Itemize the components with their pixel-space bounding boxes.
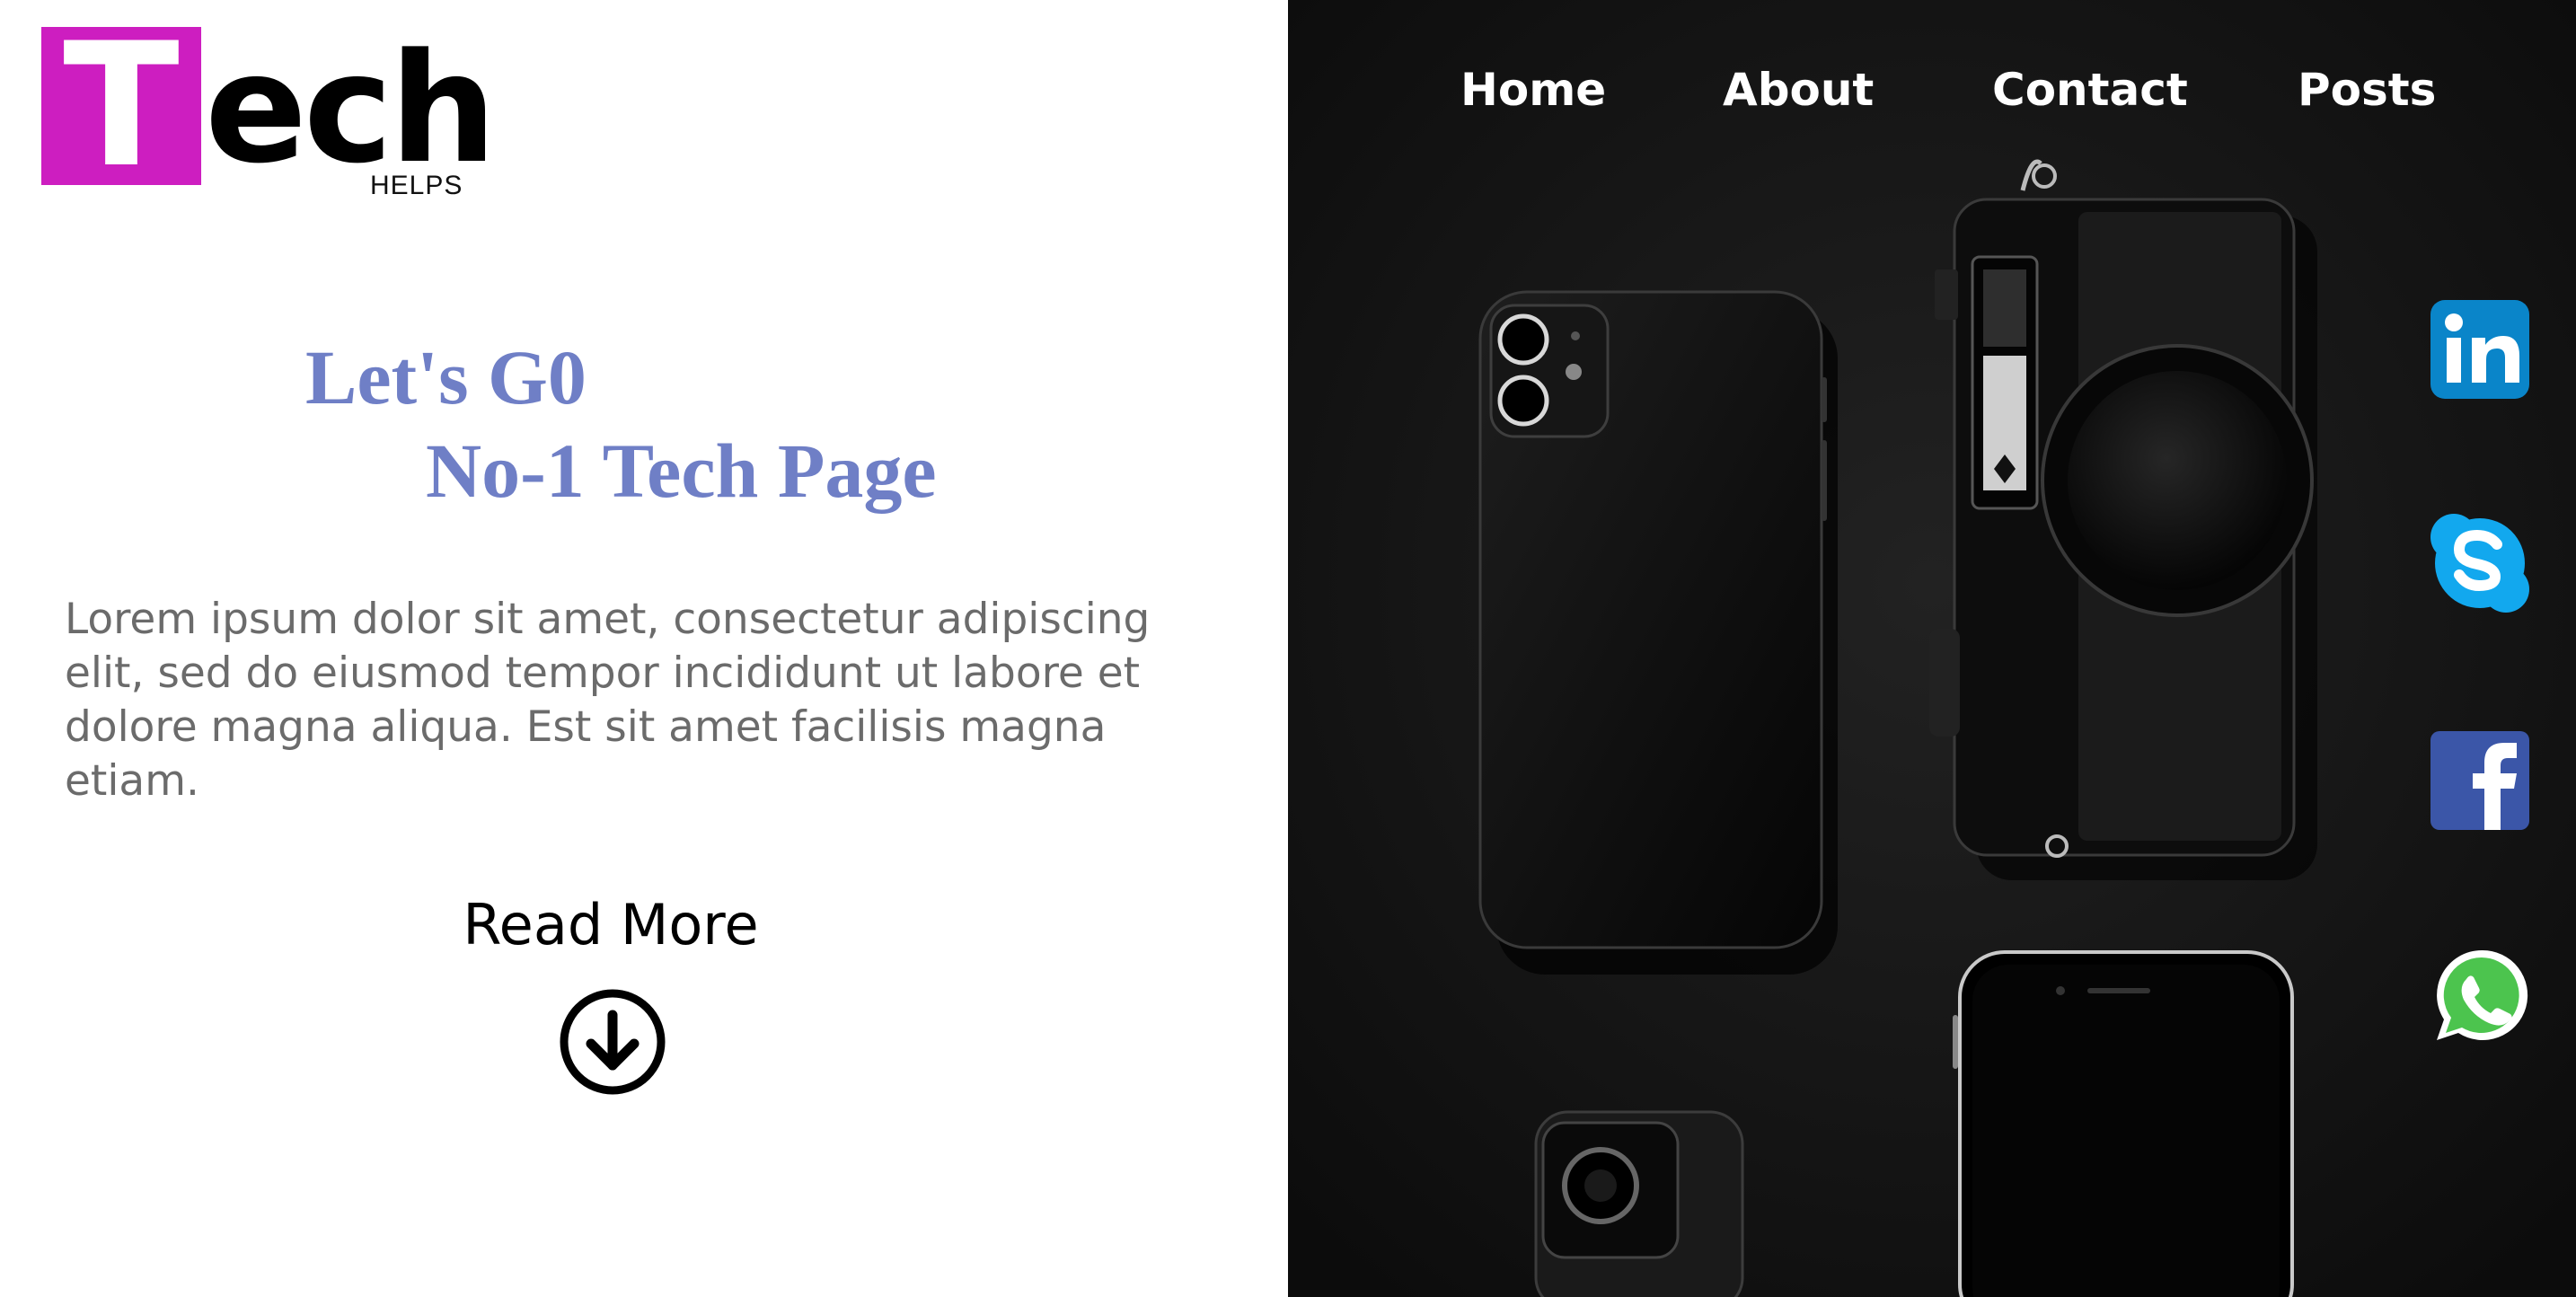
arrow-down-circle-icon[interactable]: [559, 988, 666, 1096]
camera: [1929, 159, 2317, 880]
phone-back: [1478, 290, 1838, 975]
action-camera: [1534, 1110, 1744, 1297]
site-logo[interactable]: T ech HELPS: [41, 6, 497, 205]
linkedin-icon[interactable]: [2429, 298, 2531, 401]
landing-page: T ech HELPS Let's G0 No-1 Tech Page Lore…: [0, 0, 2576, 1297]
skype-icon[interactable]: [2429, 512, 2531, 614]
nav-about[interactable]: About: [1723, 54, 1874, 126]
facebook-icon[interactable]: [2429, 729, 2531, 832]
whatsapp-icon[interactable]: [2430, 945, 2533, 1047]
logo-tagline: HELPS: [370, 171, 463, 200]
hero-heading-line2: No-1 Tech Page: [426, 428, 937, 514]
hero-heading-line1: Let's G0: [305, 334, 587, 420]
logo-word: ech: [205, 21, 497, 197]
phone-front: [1953, 950, 2294, 1297]
logo-letter: T: [63, 6, 180, 205]
nav-posts[interactable]: Posts: [2298, 54, 2436, 126]
nav-contact[interactable]: Contact: [1992, 54, 2188, 126]
right-panel: Home About Contact Posts: [1288, 0, 2576, 1297]
hero-body-text: Lorem ipsum dolor sit amet, consectetur …: [65, 595, 1151, 806]
nav-home[interactable]: Home: [1460, 54, 1606, 126]
read-more-link[interactable]: Read More: [413, 889, 808, 961]
main-nav: Home About Contact Posts: [1288, 54, 2576, 126]
hero-image: [1288, 0, 2576, 1297]
left-panel: T ech HELPS Let's G0 No-1 Tech Page Lore…: [0, 0, 1288, 1297]
